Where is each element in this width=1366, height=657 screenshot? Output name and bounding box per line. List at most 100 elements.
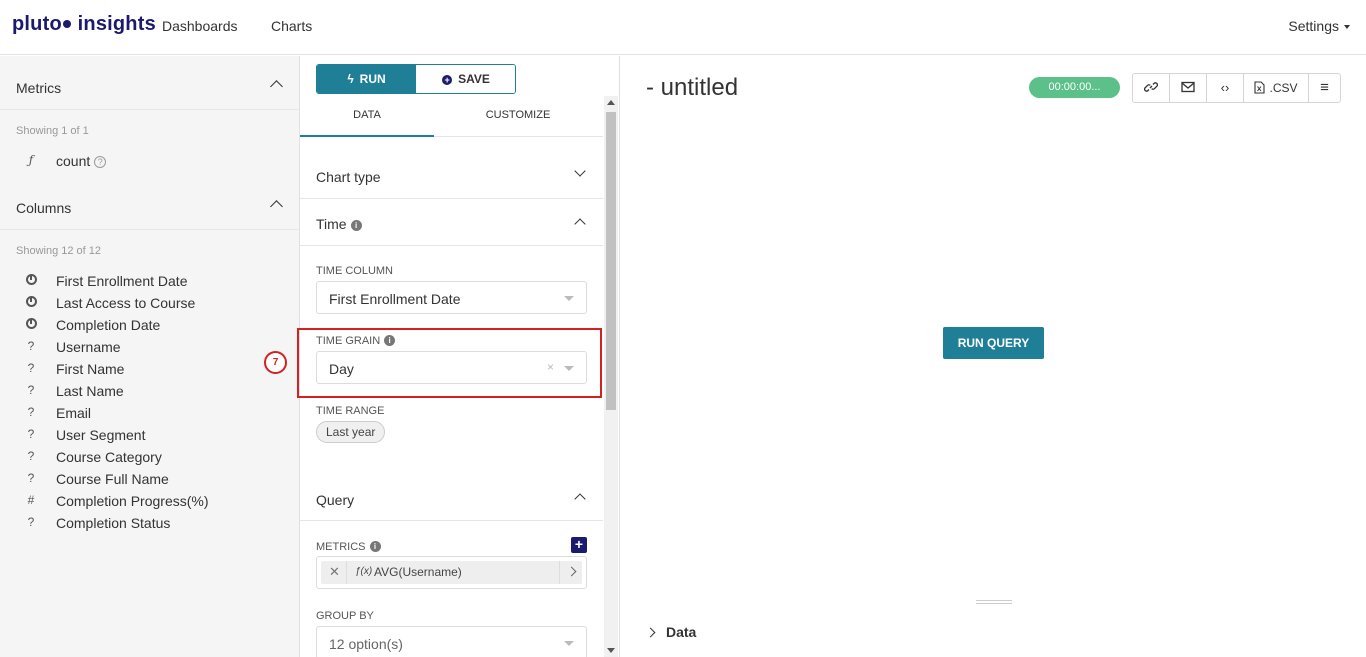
run-button[interactable]: ϟ RUN [317,65,416,93]
columns-section-title: Columns [16,200,72,216]
step-marker-badge: 7 [264,351,287,374]
column-item[interactable]: ? Email [0,402,299,424]
metrics-section-title: Metrics [16,80,62,96]
metric-tag-label: AVG(Username) [374,565,462,579]
export-csv-button[interactable]: .CSV [1244,74,1309,102]
settings-menu[interactable]: Settings [1288,18,1350,34]
column-label: Completion Date [56,317,161,333]
data-section-toggle[interactable]: Data [645,624,696,640]
app-logo[interactable]: pluto insights [12,13,156,36]
string-icon: ? [27,427,35,441]
control-panel-scrollbar[interactable] [604,96,618,657]
scrollbar-thumb[interactable] [606,112,616,410]
email-button[interactable] [1170,74,1207,102]
column-item[interactable]: # Completion Progress(%) [0,490,299,512]
chart-panel: - untitled 00:00:00... ‹› .CSV ≡ RUN QUE… [621,56,1366,657]
column-item[interactable]: Last Access to Course [0,292,299,314]
column-item[interactable]: ? Course Full Name [0,468,299,490]
metrics-section-header[interactable]: Metrics [0,56,299,110]
more-menu-button[interactable]: ≡ [1309,74,1340,102]
caret-down-icon [564,641,574,646]
time-column-value: First Enrollment Date [329,291,461,307]
group-by-value: 12 option(s) [329,636,403,652]
column-label: Last Access to Course [56,295,196,311]
column-label: Completion Status [56,515,171,531]
copy-link-button[interactable] [1133,74,1170,102]
chart-type-title: Chart type [316,169,381,185]
envelope-icon [1181,81,1195,93]
clock-icon [24,317,38,331]
embed-code-button[interactable]: ‹› [1207,74,1244,102]
bolt-icon: ϟ [347,72,354,86]
chart-actions: ‹› .CSV ≡ [1132,73,1341,103]
nav-dashboards[interactable]: Dashboards [162,18,238,34]
column-label: Last Name [56,383,124,399]
metric-item[interactable]: ƒ count? [0,150,299,172]
string-icon: ? [27,515,35,529]
column-item[interactable]: ? First Name [0,358,299,380]
string-icon: ? [27,449,35,463]
logo-dot [62,20,71,29]
column-item[interactable]: Completion Date [0,314,299,336]
query-section-header[interactable]: Query [300,474,603,521]
tab-customize[interactable]: CUSTOMIZE [451,100,585,137]
chevron-up-icon [270,200,283,213]
save-label: SAVE [458,72,490,86]
string-icon: ? [27,383,35,397]
time-section-header[interactable]: Time i [300,199,603,246]
save-button[interactable]: + SAVE [416,65,515,93]
time-section-title: Time [316,216,347,232]
column-item[interactable]: ? Last Name [0,380,299,402]
tab-data[interactable]: DATA [300,100,434,137]
help-icon[interactable]: ? [94,156,107,168]
metrics-showing-count: Showing 1 of 1 [16,125,89,137]
chevron-up-icon [574,218,586,230]
chevron-right-icon[interactable] [566,566,577,577]
top-navbar: pluto insights Dashboards Charts Setting… [0,0,1366,55]
link-icon [1143,82,1159,92]
group-by-select[interactable]: 12 option(s) [316,626,587,657]
add-metric-button[interactable]: + [571,537,587,553]
columns-section-header[interactable]: Columns [0,176,299,230]
datasource-panel: Metrics Showing 1 of 1 ƒ count? Columns … [0,56,300,657]
remove-icon[interactable]: ✕ [329,564,340,580]
query-timer-badge: 00:00:00... [1029,77,1120,98]
column-label: Completion Progress(%) [56,493,209,509]
caret-down-icon [1344,25,1350,30]
columns-showing-count: Showing 12 of 12 [16,245,102,257]
numeric-icon: # [27,493,35,507]
column-label: First Name [56,361,125,377]
column-item[interactable]: ? User Segment [0,424,299,446]
scroll-down-icon[interactable] [607,648,615,653]
column-item[interactable]: First Enrollment Date [0,270,299,292]
run-save-group: ϟ RUN + SAVE [316,64,516,94]
chart-type-section-header[interactable]: Chart type [300,152,603,199]
clock-icon [24,273,38,287]
column-item[interactable]: ? Username [0,336,299,358]
group-by-label: GROUP BY [316,610,374,622]
info-icon[interactable]: i [369,541,381,552]
metrics-select[interactable]: ✕ ƒ(x) AVG(Username) [316,556,587,589]
metrics-label: METRICS [316,541,366,553]
time-grain-highlight [297,328,602,398]
chevron-right-icon [645,627,656,638]
caret-down-icon [564,296,574,301]
resize-handle[interactable] [976,600,1012,604]
nav-charts[interactable]: Charts [271,18,312,34]
chevron-up-icon [270,80,283,93]
time-range-pill[interactable]: Last year [316,421,386,443]
time-column-select[interactable]: First Enrollment Date [316,281,587,314]
column-label: Email [56,405,92,421]
column-item[interactable]: ? Course Category [0,446,299,468]
function-icon: ƒ(x) [355,566,373,577]
metric-tag[interactable]: ✕ ƒ(x) AVG(Username) [321,561,582,584]
control-tabs: DATA CUSTOMIZE [300,100,603,137]
column-label: Course Full Name [56,471,169,487]
chart-title[interactable]: - untitled [646,74,738,102]
string-icon: ? [27,405,35,419]
column-item[interactable]: ? Completion Status [0,512,299,534]
info-icon[interactable]: i [350,220,362,231]
scroll-up-icon[interactable] [607,100,615,105]
csv-label: .CSV [1269,81,1298,95]
run-query-button[interactable]: RUN QUERY [943,327,1044,359]
